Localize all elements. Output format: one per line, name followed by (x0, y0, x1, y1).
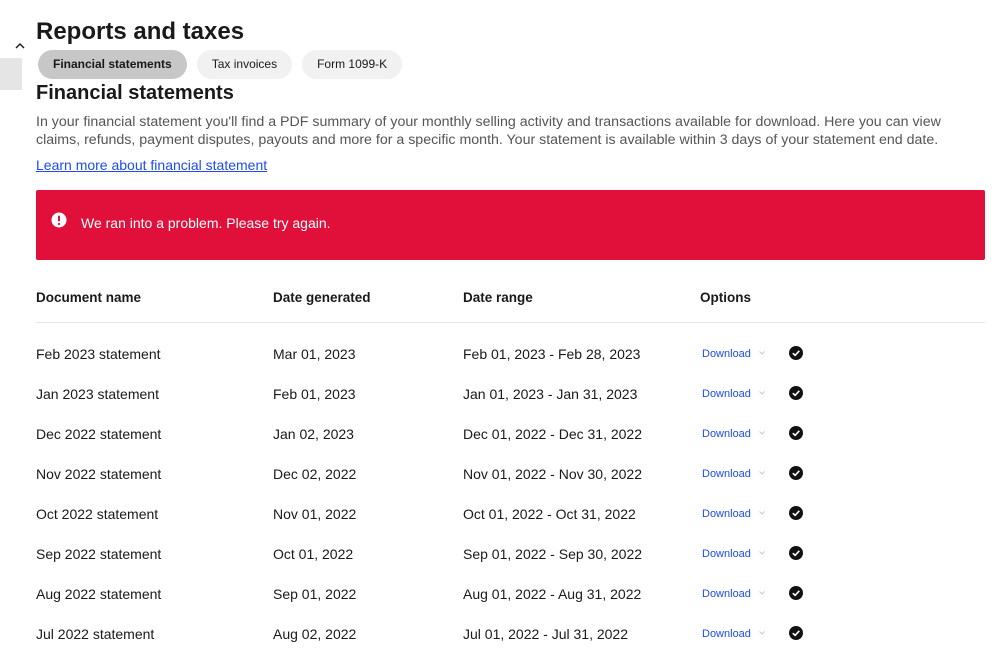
chevron-down-icon[interactable] (758, 470, 766, 476)
chevron-down-icon[interactable] (758, 590, 766, 596)
date-range: Sep 01, 2022 - Sep 30, 2022 (463, 546, 643, 562)
document-name: Nov 2022 statement (36, 466, 162, 482)
table-row: Jul 2022 statement Aug 02, 2022 Jul 01, 20… (36, 614, 985, 654)
date-generated: Oct 01, 2022 (273, 546, 354, 562)
download-button[interactable]: Download (702, 586, 751, 602)
check-circle-icon (789, 386, 803, 400)
chevron-down-icon[interactable] (758, 510, 766, 516)
document-name: Dec 2022 statement (36, 426, 162, 442)
section-title: Financial statements (36, 82, 234, 104)
tab-form-1099-k[interactable]: Form 1099-K (302, 50, 403, 79)
document-name: Sep 2022 statement (36, 546, 162, 562)
error-banner: We ran into a problem. Please try again. (36, 190, 985, 260)
column-header-date-generated: Date generated (273, 290, 371, 305)
document-name: Oct 2022 statement (36, 506, 159, 522)
date-generated: Jan 02, 2023 (273, 426, 354, 442)
date-range: Jan 01, 2023 - Jan 31, 2023 (463, 386, 638, 402)
check-circle-icon (789, 426, 803, 440)
table-row: Jan 2023 statement Feb 01, 2023 Jan 01, 20… (36, 374, 985, 414)
date-range: Oct 01, 2022 - Oct 31, 2022 (463, 506, 636, 522)
sidebar-selected-item[interactable] (0, 58, 22, 90)
download-button[interactable]: Download (702, 546, 751, 562)
tab-bar: Financial statements Tax invoices Form 1… (38, 50, 403, 79)
error-message: We ran into a problem. Please try again. (81, 215, 331, 231)
learn-more-link[interactable]: Learn more about financial statement (36, 156, 267, 174)
table-row: Aug 2022 statement Sep 01, 2022 Aug 01, 20… (36, 574, 985, 614)
statements-table: Document name Date generated Date range … (36, 280, 985, 654)
document-name: Jan 2023 statement (36, 386, 159, 402)
column-header-document-name: Document name (36, 290, 142, 305)
download-button[interactable]: Download (702, 466, 751, 482)
date-range: Jul 01, 2022 - Jul 31, 2022 (463, 626, 629, 642)
check-circle-icon (789, 546, 803, 560)
document-name: Aug 2022 statement (36, 586, 162, 602)
tab-financial-statements[interactable]: Financial statements (38, 50, 187, 79)
date-generated: Mar 01, 2023 (273, 346, 356, 362)
alert-circle-icon (51, 212, 67, 228)
chevron-down-icon[interactable] (758, 550, 766, 556)
chevron-down-icon[interactable] (758, 350, 766, 356)
document-name: Jul 2022 statement (36, 626, 155, 642)
column-header-options: Options (700, 290, 751, 305)
date-generated: Aug 02, 2022 (273, 626, 357, 642)
chevron-down-icon[interactable] (758, 630, 766, 636)
date-generated: Nov 01, 2022 (273, 506, 357, 522)
download-button[interactable]: Download (702, 386, 751, 402)
download-button[interactable]: Download (702, 506, 751, 522)
date-range: Dec 01, 2022 - Dec 31, 2022 (463, 426, 643, 442)
download-button[interactable]: Download (702, 346, 751, 362)
date-generated: Dec 02, 2022 (273, 466, 357, 482)
check-circle-icon (789, 466, 803, 480)
table-row: Nov 2022 statement Dec 02, 2022 Nov 01, 20… (36, 454, 985, 494)
left-rail (0, 0, 27, 638)
column-header-date-range: Date range (463, 290, 533, 305)
date-range: Feb 01, 2023 - Feb 28, 2023 (463, 346, 641, 362)
download-button[interactable]: Download (702, 426, 751, 442)
table-row: Dec 2022 statement Jan 02, 2023 Dec 01, 20… (36, 414, 985, 454)
page-title: Reports and taxes (36, 18, 245, 45)
tab-tax-invoices[interactable]: Tax invoices (196, 50, 293, 79)
table-body: Feb 2023 statement Mar 01, 2023 Feb 01, 20… (36, 334, 985, 654)
check-circle-icon (789, 346, 803, 360)
table-row: Oct 2022 statement Nov 01, 2022 Oct 01, 20… (36, 494, 985, 534)
table-row: Sep 2022 statement Oct 01, 2022 Sep 01, 20… (36, 534, 985, 574)
date-generated: Feb 01, 2023 (273, 386, 356, 402)
table-header: Document name Date generated Date range … (36, 280, 985, 323)
document-name: Feb 2023 statement (36, 346, 161, 362)
check-circle-icon (789, 586, 803, 600)
download-button[interactable]: Download (702, 626, 751, 642)
date-generated: Sep 01, 2022 (273, 586, 357, 602)
chevron-down-icon[interactable] (758, 430, 766, 436)
date-range: Nov 01, 2022 - Nov 30, 2022 (463, 466, 643, 482)
chevron-down-icon[interactable] (758, 390, 766, 396)
chevron-up-icon[interactable] (13, 40, 27, 52)
table-row: Feb 2023 statement Mar 01, 2023 Feb 01, 20… (36, 334, 985, 374)
check-circle-icon (789, 506, 803, 520)
date-range: Aug 01, 2022 - Aug 31, 2022 (463, 586, 642, 602)
section-description: In your financial statement you'll find … (36, 114, 941, 148)
